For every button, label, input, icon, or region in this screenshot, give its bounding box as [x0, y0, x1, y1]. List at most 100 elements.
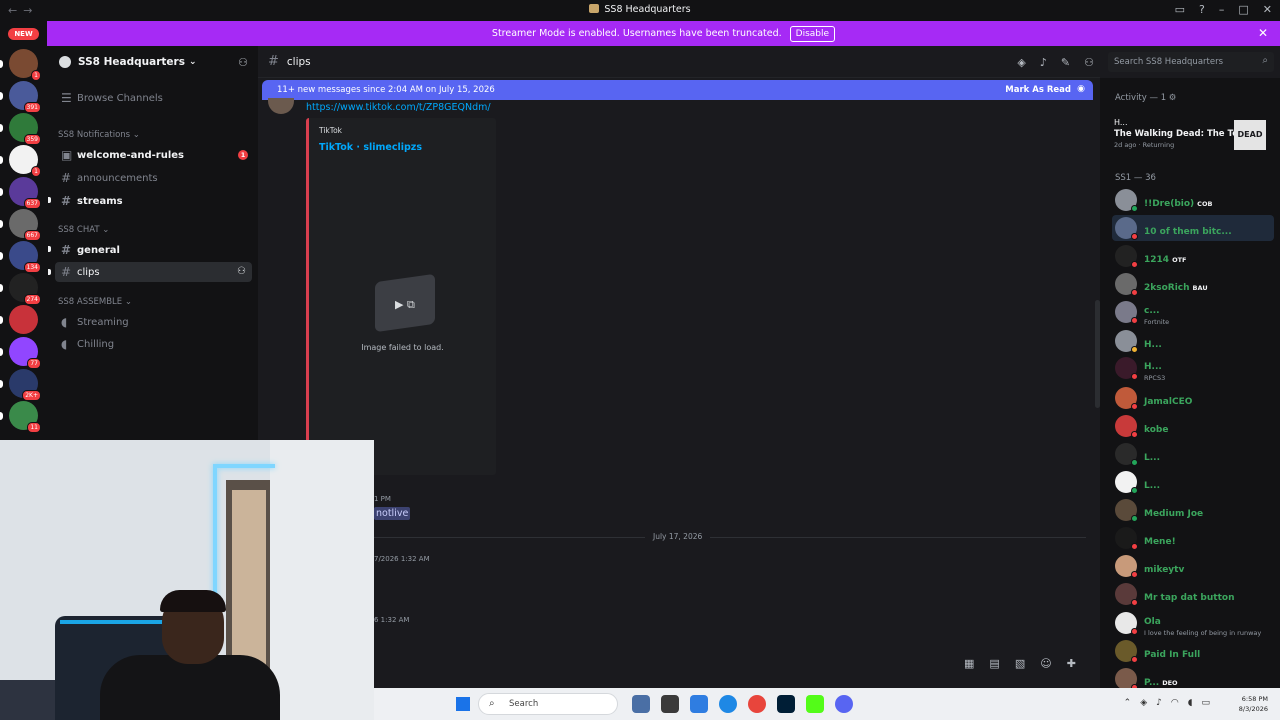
status-indicator: [1131, 403, 1138, 410]
chrome-icon[interactable]: [748, 695, 766, 713]
kick-icon[interactable]: [806, 695, 824, 713]
disable-button[interactable]: Disable: [789, 25, 836, 42]
category-notifications[interactable]: SS8 Notifications ⌄: [58, 130, 140, 140]
help-icon[interactable]: ?: [1199, 3, 1205, 16]
member-row[interactable]: kobe: [1112, 413, 1274, 439]
hash-icon: #: [61, 265, 72, 279]
member-name: Paid In Full: [1144, 649, 1201, 660]
server-icon[interactable]: [9, 305, 38, 334]
server-icon[interactable]: 637: [9, 177, 41, 209]
photoshop-icon[interactable]: [777, 695, 795, 713]
task-view-icon[interactable]: [661, 695, 679, 713]
maximize-button[interactable]: □: [1238, 3, 1248, 16]
category-chat[interactable]: SS8 CHAT ⌄: [58, 225, 109, 235]
member-row[interactable]: 2ksoRich BAU: [1112, 271, 1274, 297]
unread-indicator: [0, 284, 3, 292]
member-row[interactable]: H... RPCS3: [1112, 355, 1274, 382]
invite-icon[interactable]: ⚇: [238, 56, 248, 69]
chevron-up-icon[interactable]: ⌃: [1124, 698, 1132, 708]
server-icon[interactable]: 667: [9, 209, 41, 241]
server-icon[interactable]: 77: [9, 337, 41, 369]
new-badge[interactable]: NEW: [8, 28, 39, 40]
member-row[interactable]: Ola I love the feeling of being in runway: [1112, 610, 1274, 637]
clock[interactable]: 6:58 PM 8/3/2026: [1239, 694, 1268, 714]
server-icon[interactable]: 1: [9, 145, 41, 177]
volume-icon[interactable]: ◖: [1188, 698, 1193, 708]
widgets-icon[interactable]: [632, 695, 650, 713]
guild-header[interactable]: SS8 Headquarters ⌄ ⚇: [47, 46, 258, 78]
member-info: H...: [1144, 332, 1162, 351]
member-row[interactable]: 1214 OTF: [1112, 243, 1274, 269]
close-icon[interactable]: ✕: [1258, 26, 1268, 40]
member-row[interactable]: Medium Joe: [1112, 497, 1274, 523]
channel-mention[interactable]: notlive: [374, 507, 411, 520]
wifi-icon[interactable]: ◠: [1171, 698, 1179, 708]
new-messages-bar[interactable]: 11+ new messages since 2:04 AM on July 1…: [262, 80, 1093, 100]
discord-icon[interactable]: [835, 695, 853, 713]
member-row[interactable]: !!Dre(bio) COB: [1112, 187, 1274, 213]
shield-icon[interactable]: ◈: [1140, 698, 1147, 708]
server-icon[interactable]: 11: [9, 401, 41, 433]
file-explorer-icon[interactable]: [690, 695, 708, 713]
channel-streams[interactable]: # streams: [55, 191, 252, 211]
server-icon[interactable]: 2K+: [9, 369, 41, 401]
avatar: [1115, 301, 1138, 324]
server-list: NEW 1 391 359 1 637 667 134 274 77 2K+ 11: [0, 21, 47, 441]
emoji-icon[interactable]: ☺: [1040, 657, 1051, 670]
edge-icon[interactable]: [719, 695, 737, 713]
battery-icon[interactable]: ▭: [1201, 698, 1210, 708]
member-row[interactable]: Paid In Full: [1112, 638, 1274, 664]
threads-icon[interactable]: ◈: [1017, 56, 1025, 69]
unread-indicator: [0, 188, 3, 196]
pin-icon[interactable]: ✎: [1061, 56, 1070, 69]
mark-as-read-button[interactable]: Mark As Read: [1005, 85, 1071, 95]
member-row[interactable]: JamalCEO: [1112, 385, 1274, 411]
avatar: [1115, 527, 1138, 550]
channel-general[interactable]: # general: [55, 240, 252, 260]
notifications-icon[interactable]: ♪: [1040, 56, 1047, 69]
channel-announcements[interactable]: # announcements: [55, 168, 252, 188]
search-icon: ⌕: [489, 698, 495, 709]
mic-icon[interactable]: ♪: [1156, 698, 1162, 708]
embed-provider[interactable]: TikTok: [319, 126, 342, 135]
member-row[interactable]: L...: [1112, 469, 1274, 495]
close-window-button[interactable]: ✕: [1263, 3, 1272, 16]
category-assemble[interactable]: SS8 ASSEMBLE ⌄: [58, 297, 132, 307]
member-row[interactable]: mikeytv: [1112, 553, 1274, 579]
windows-start-icon[interactable]: [456, 697, 470, 711]
message-link[interactable]: https://www.tiktok.com/t/ZP8GEQNdm/: [306, 102, 491, 113]
channel-welcome-and-rules[interactable]: ▣ welcome-and-rules 1: [55, 145, 252, 165]
server-icon[interactable]: 1: [9, 49, 41, 81]
member-row[interactable]: Mene!: [1112, 525, 1274, 551]
member-name: c...: [1144, 306, 1160, 316]
gift-icon[interactable]: ▦: [964, 657, 974, 670]
search-input[interactable]: Search SS8 Headquarters ⌕: [1108, 52, 1274, 72]
add-member-icon[interactable]: ⚇: [237, 266, 246, 277]
member-row[interactable]: H...: [1112, 328, 1274, 354]
minimize-button[interactable]: –: [1219, 3, 1225, 16]
channel-clips[interactable]: # clips ⚇: [55, 262, 252, 282]
inbox-icon[interactable]: ▭: [1175, 3, 1185, 16]
member-row[interactable]: c... Fortnite: [1112, 299, 1274, 326]
server-icon[interactable]: 391: [9, 81, 41, 113]
voice-channel-chilling[interactable]: ◖ Chilling: [55, 334, 252, 354]
sticker-icon[interactable]: ▧: [1015, 657, 1025, 670]
embed-title[interactable]: TikTok · slimeclipzs: [319, 142, 422, 153]
member-row[interactable]: L...: [1112, 441, 1274, 467]
avatar: [1115, 245, 1138, 268]
status-indicator: [1131, 656, 1138, 663]
gif-icon[interactable]: ▤: [989, 657, 999, 670]
browse-channels[interactable]: ☰ Browse Channels: [55, 88, 252, 108]
taskbar-search[interactable]: ⌕ Search: [478, 693, 618, 715]
status-indicator: [1131, 515, 1138, 522]
avatar: [1115, 612, 1138, 635]
activity-card[interactable]: H... The Walking Dead: The Tell... 2d ag…: [1114, 118, 1272, 156]
server-icon[interactable]: 274: [9, 273, 41, 305]
members-icon[interactable]: ⚇: [1084, 56, 1094, 69]
server-icon[interactable]: 134: [9, 241, 41, 273]
member-row[interactable]: Mr tap dat button: [1112, 581, 1274, 607]
apps-icon[interactable]: ✚: [1067, 657, 1076, 670]
server-icon[interactable]: 359: [9, 113, 41, 145]
member-row[interactable]: 10 of them bitc...: [1112, 215, 1274, 241]
voice-channel-streaming[interactable]: ◖ Streaming: [55, 312, 252, 332]
